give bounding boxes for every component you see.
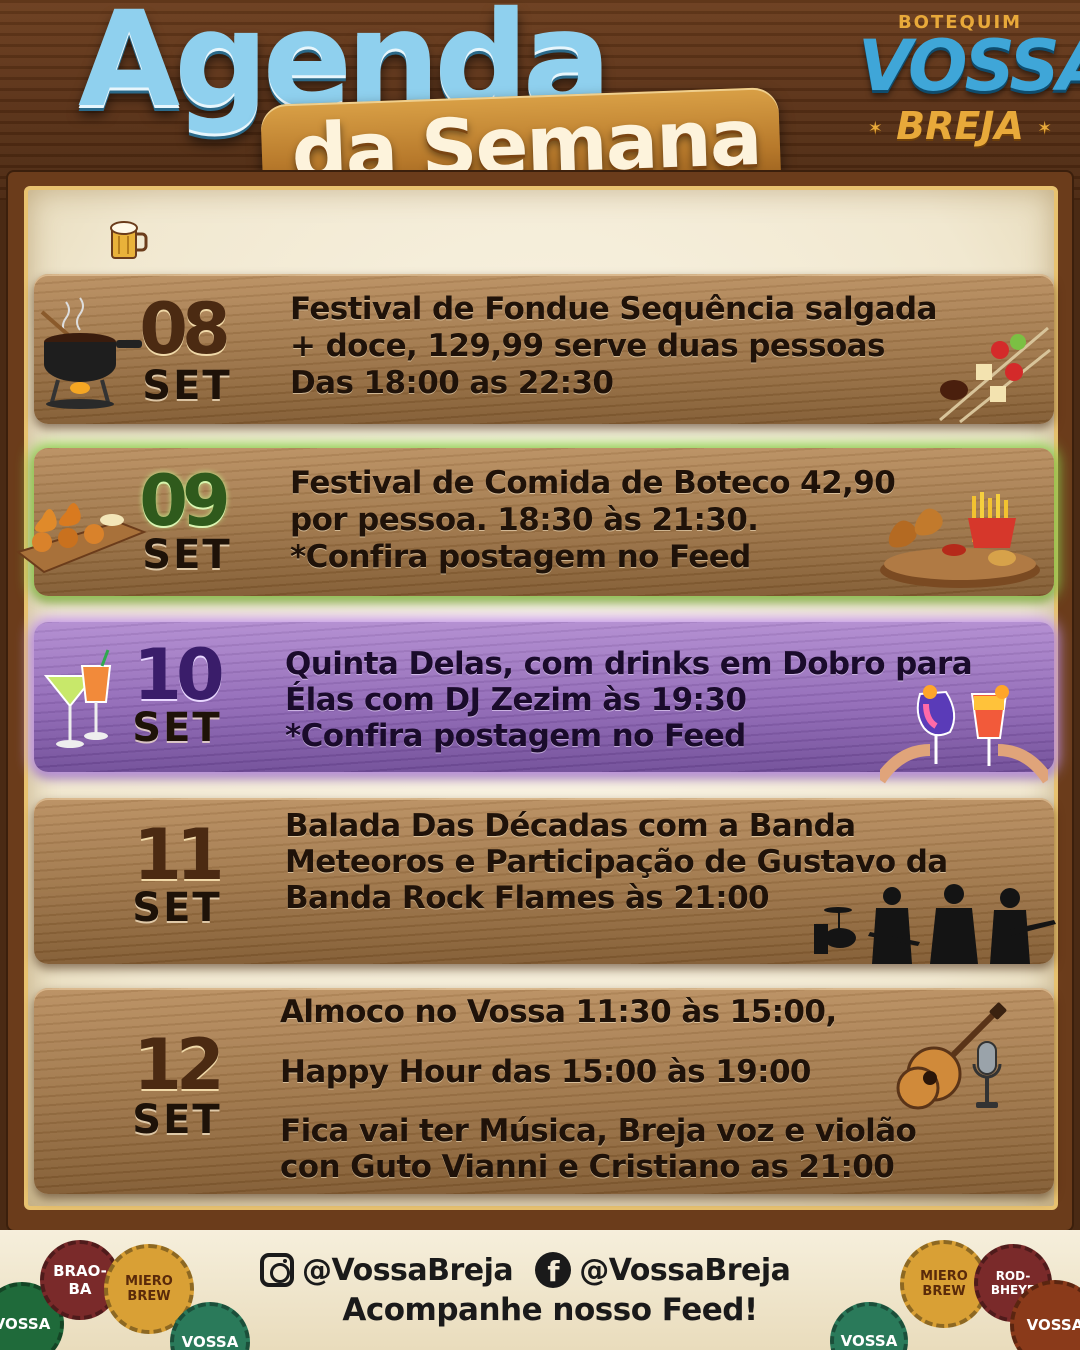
event-day-number: 08 bbox=[139, 288, 230, 370]
event-description-line: *Confira postagem no Feed bbox=[285, 718, 746, 754]
event-description-line: Happy Hour das 15:00 às 19:00 bbox=[280, 1054, 812, 1090]
guitar-microphone-icon bbox=[896, 1002, 1007, 1110]
logo-sub-text: BREJA bbox=[896, 103, 1024, 148]
fondue-skewers-icon bbox=[939, 326, 1051, 424]
facebook-icon[interactable]: f bbox=[535, 1252, 572, 1288]
event-month: SET bbox=[142, 532, 232, 578]
instagram-handle[interactable]: @VossaBreja bbox=[302, 1253, 514, 1288]
event-month: SET bbox=[132, 1097, 222, 1143]
logo-sub-line: ✶ BREJA ✶ bbox=[858, 104, 1062, 148]
event-description-line: Almoco no Vossa 11:30 às 15:00, bbox=[280, 994, 837, 1030]
snack-platter-icon bbox=[880, 492, 1040, 588]
event-description-line: Quinta Delas, com drinks em Dobro para bbox=[285, 646, 973, 682]
event-description-line: Balada Das Décadas com a Banda bbox=[285, 808, 856, 844]
logo-main-text: VOSSA bbox=[858, 25, 1080, 107]
event-description-line: + doce, 129,99 serve duas pessoas bbox=[290, 328, 885, 364]
brand-logo: BOTEQUIM VOSSA ✶ BREJA ✶ bbox=[858, 8, 1080, 174]
band-silhouette-icon bbox=[814, 884, 1056, 964]
cocktail-glasses-icon bbox=[43, 649, 112, 748]
event-description-line: por pessoa. 18:30 às 21:30. bbox=[290, 502, 759, 538]
event-month: SET bbox=[132, 885, 222, 931]
event-description-line: Fica vai ter Música, Breja voz e violão bbox=[280, 1113, 917, 1149]
event-day-number: 10 bbox=[133, 634, 224, 716]
star-icon: ✶ bbox=[867, 117, 883, 139]
event-month: SET bbox=[132, 705, 222, 751]
instagram-icon[interactable] bbox=[260, 1253, 294, 1287]
star-icon: ✶ bbox=[1037, 117, 1053, 139]
drinks-toast-icon bbox=[880, 685, 1048, 784]
facebook-handle[interactable]: @VossaBreja bbox=[579, 1253, 791, 1288]
event-description-line: Meteoros e Participação de Gustavo da bbox=[285, 844, 948, 880]
beer-mug-icon bbox=[110, 221, 148, 259]
event-day-number: 12 bbox=[133, 1024, 224, 1106]
event-month: SET bbox=[142, 363, 232, 409]
event-description-line: con Guto Vianni e Cristiano as 21:00 bbox=[280, 1149, 895, 1185]
footer-tagline: Acompanhe nosso Feed! bbox=[342, 1292, 758, 1328]
social-handles: @VossaBreja f @VossaBreja bbox=[260, 1250, 860, 1290]
event-day-number: 09 bbox=[139, 460, 230, 542]
event-description-line: Banda Rock Flames às 21:00 bbox=[285, 880, 770, 916]
event-description-line: Festival de Comida de Boteco 42,90 bbox=[290, 465, 896, 501]
event-description-line: Festival de Fondue Sequência salgada bbox=[290, 291, 937, 327]
event-description-line: *Confira postagem no Feed bbox=[290, 539, 751, 575]
event-day-number: 11 bbox=[133, 814, 224, 896]
event-description-line: Élas com DJ Zezim às 19:30 bbox=[285, 682, 747, 718]
event-description-line: Das 18:00 as 22:30 bbox=[290, 365, 614, 401]
